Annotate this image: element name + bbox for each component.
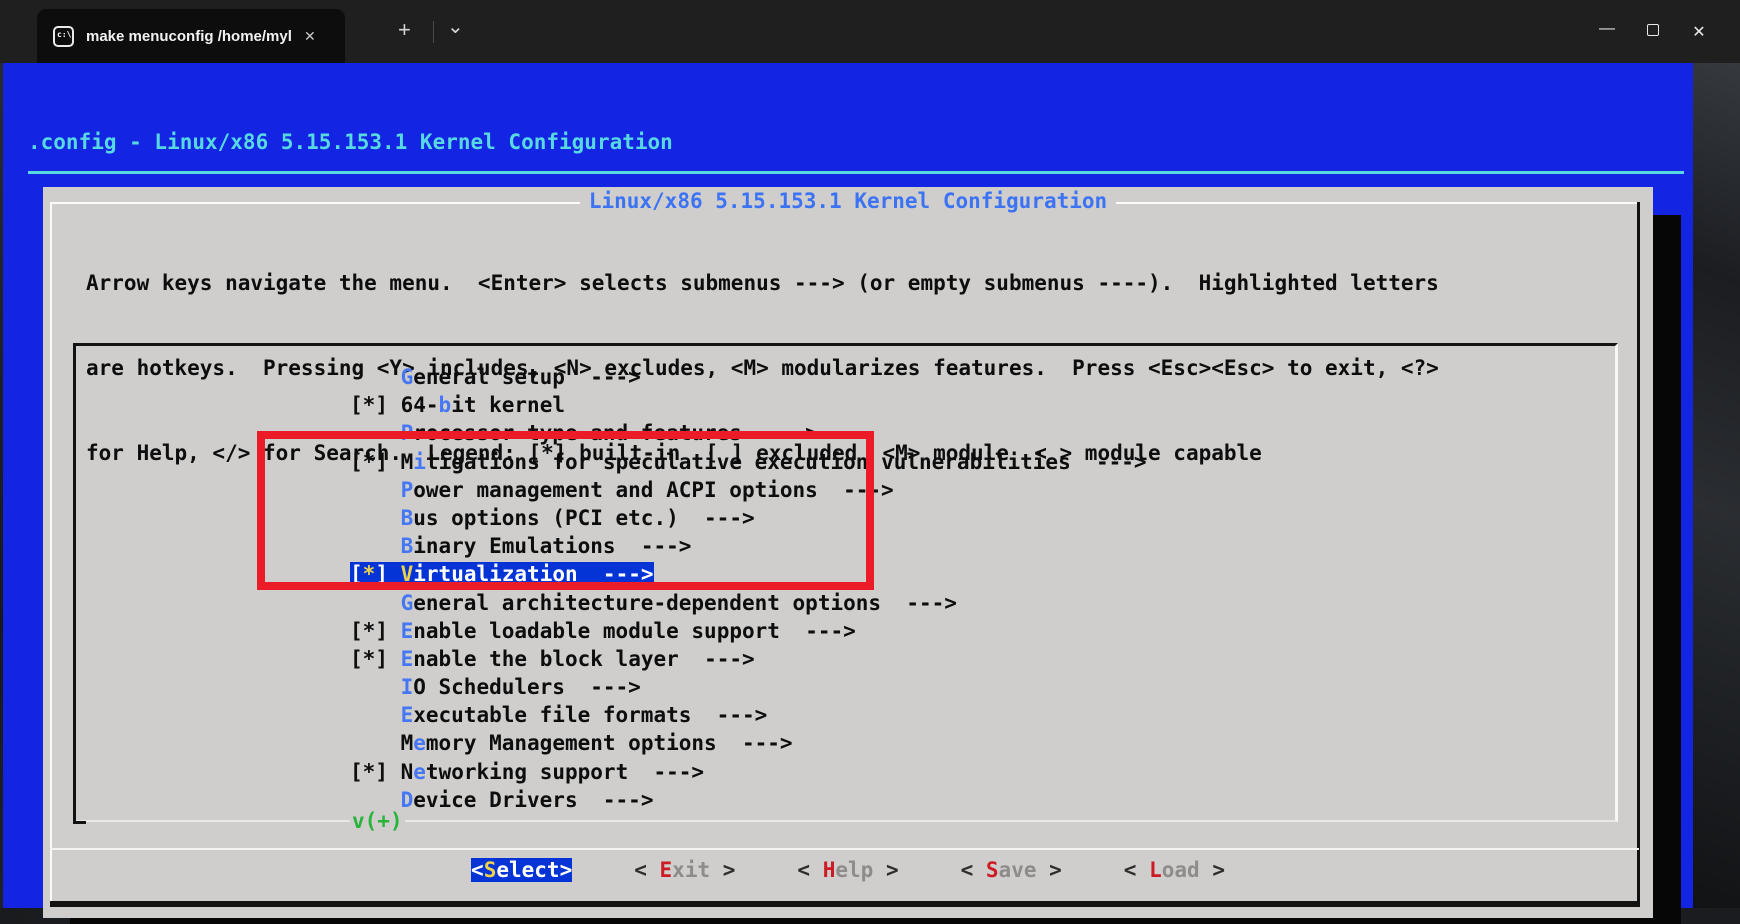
dialog-border xyxy=(50,202,52,903)
menu-item[interactable]: [*] Networking support ---> xyxy=(350,758,1147,786)
menu-item[interactable]: General architecture-dependent options -… xyxy=(350,589,1147,617)
load-button[interactable]: < Load > xyxy=(1124,858,1225,882)
menu-item[interactable]: [*] Enable the block layer ---> xyxy=(350,645,1147,673)
save-button[interactable]: < Save > xyxy=(961,858,1062,882)
scroll-more-indicator: v(+) xyxy=(350,809,405,833)
dialog-title: Linux/x86 5.15.153.1 Kernel Configuratio… xyxy=(43,189,1653,213)
minimize-button[interactable]: — xyxy=(1584,20,1630,38)
menu-item[interactable]: [*] Enable loadable module support ---> xyxy=(350,617,1147,645)
button-separator xyxy=(50,848,1639,850)
window-controls: — ✕ xyxy=(1584,0,1740,63)
config-header-line: .config - Linux/x86 5.15.153.1 Kernel Co… xyxy=(28,130,673,154)
menu-item[interactable]: General setup ---> xyxy=(350,363,1147,391)
dialog-border xyxy=(1637,202,1640,903)
annotation-rectangle xyxy=(257,431,874,590)
titlebar: c:\ make menuconfig /home/myl ✕ + ⌄ — ✕ xyxy=(0,0,1740,63)
dialog-shadow xyxy=(1653,215,1681,924)
close-button[interactable]: ✕ xyxy=(1676,22,1722,42)
desktop-wallpaper-right xyxy=(1693,0,1740,924)
maximize-icon xyxy=(1647,23,1659,36)
tab-close-icon[interactable]: ✕ xyxy=(304,28,316,45)
dialog-border xyxy=(50,901,1640,907)
maximize-button[interactable] xyxy=(1630,23,1676,41)
help-button[interactable]: < Help > xyxy=(797,858,898,882)
select-button[interactable]: <Select> xyxy=(471,858,573,882)
dialog-shadow xyxy=(70,918,1681,924)
tab-divider xyxy=(433,21,434,43)
menu-item[interactable]: Memory Management options ---> xyxy=(350,729,1147,757)
terminal-tab[interactable]: c:\ make menuconfig /home/myl ✕ xyxy=(37,9,345,63)
menu-item[interactable]: Executable file formats ---> xyxy=(350,701,1147,729)
menu-item[interactable]: IO Schedulers ---> xyxy=(350,673,1147,701)
exit-button[interactable]: < Exit > xyxy=(634,858,735,882)
header-separator xyxy=(28,171,1684,174)
tab-dropdown-chevron-icon[interactable]: ⌄ xyxy=(447,14,464,39)
menu-item[interactable]: Device Drivers ---> xyxy=(350,786,1147,814)
cmd-icon: c:\ xyxy=(53,25,74,47)
tab-title: make menuconfig /home/myl xyxy=(86,27,292,45)
desktop-background: c:\ make menuconfig /home/myl ✕ + ⌄ — ✕ … xyxy=(0,0,1740,924)
new-tab-button[interactable]: + xyxy=(398,17,411,43)
instructions-line: Arrow keys navigate the menu. <Enter> se… xyxy=(86,271,1439,296)
dialog-buttons: <Select> < Exit > < Help > < Save > < Load > xyxy=(43,858,1653,882)
menu-item[interactable]: [*] 64-bit kernel xyxy=(350,391,1147,419)
menu-box-corner xyxy=(73,812,86,824)
